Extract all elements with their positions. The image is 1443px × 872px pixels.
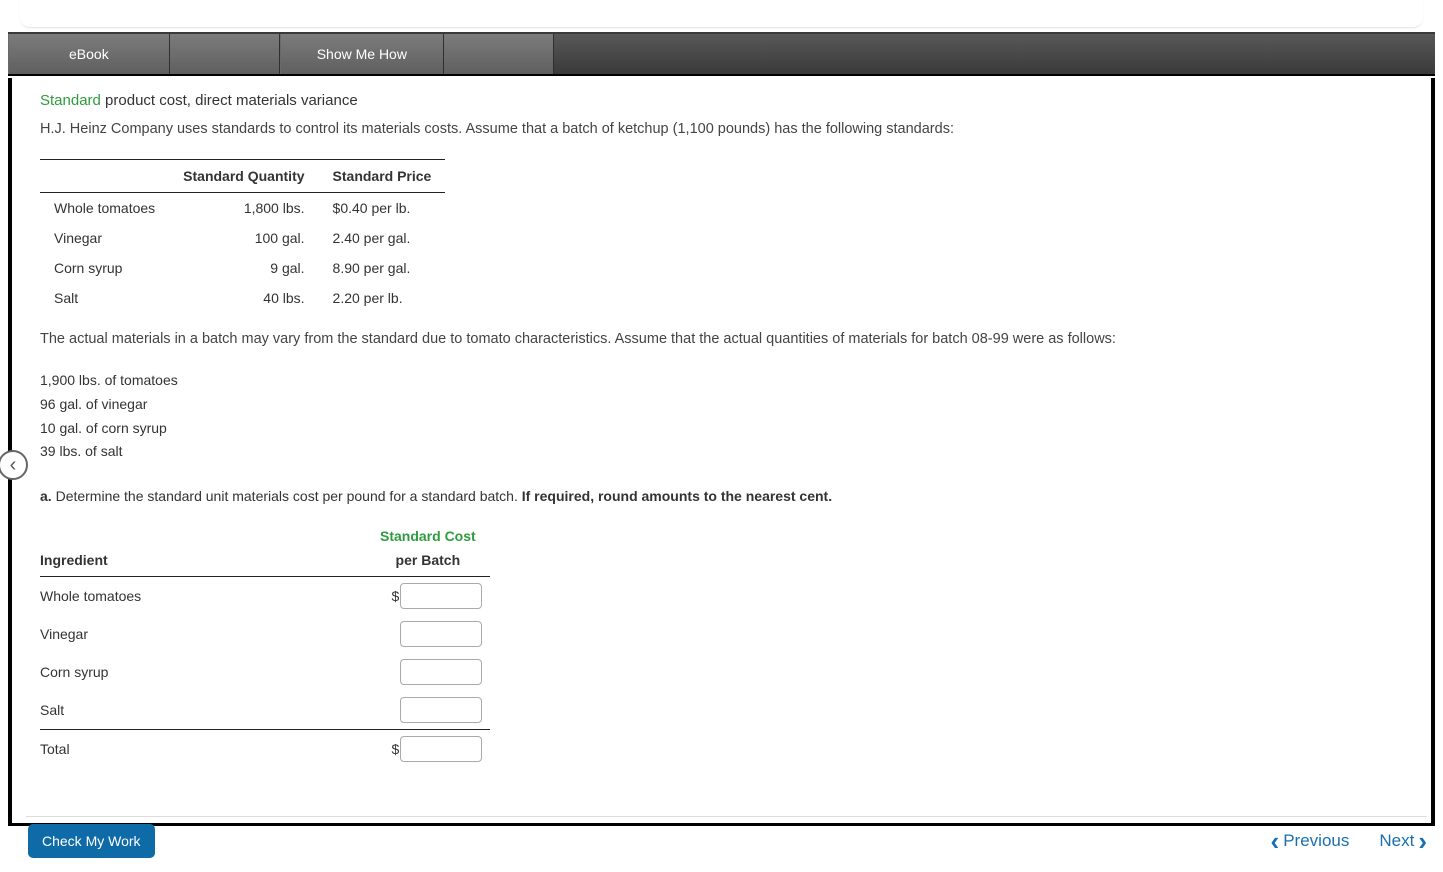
tab-gap-2: [444, 34, 554, 74]
answer-th-ingredient: Ingredient: [40, 544, 380, 577]
answer-ingredient: Corn syrup: [40, 653, 380, 691]
content-panel: Standard product cost, direct materials …: [8, 78, 1435, 826]
actual-intro: The actual materials in a batch may vary…: [40, 331, 1403, 347]
title-lead: Standard: [40, 92, 101, 109]
std-th-qty: Standard Quantity: [169, 160, 318, 193]
total-row: Total $: [40, 730, 490, 769]
cost-input-vinegar[interactable]: [400, 621, 482, 647]
std-th-price: Standard Price: [319, 160, 446, 193]
tab-ebook[interactable]: eBook: [8, 34, 170, 74]
std-price: 8.90 per gal.: [319, 253, 446, 283]
list-item: 39 lbs. of salt: [40, 440, 1403, 464]
next-button[interactable]: Next ›: [1379, 826, 1427, 857]
answer-ingredient: Salt: [40, 691, 380, 730]
intro-paragraph: H.J. Heinz Company uses standards to con…: [40, 121, 1403, 137]
answer-th-standard-cost: Standard Cost: [380, 520, 490, 544]
std-qty: 100 gal.: [169, 223, 318, 253]
part-a-instruction: a. Determine the standard unit materials…: [40, 488, 1403, 504]
title-rest: product cost, direct materials variance: [101, 92, 358, 109]
std-price: 2.40 per gal.: [319, 223, 446, 253]
part-a-label: a.: [40, 488, 52, 504]
next-label: Next: [1379, 831, 1414, 851]
table-row: Corn syrup 9 gal. 8.90 per gal.: [40, 253, 445, 283]
std-qty: 9 gal.: [169, 253, 318, 283]
top-blank-bar: [20, 0, 1423, 28]
chevron-left-icon: ‹: [1271, 826, 1280, 857]
table-row: Salt: [40, 691, 490, 730]
std-th-empty: [40, 160, 169, 193]
std-qty: 40 lbs.: [169, 283, 318, 313]
answer-table: Standard Cost Ingredient per Batch Whole…: [40, 520, 490, 768]
answer-th-empty: [40, 520, 380, 544]
chevron-left-icon: ‹: [10, 454, 17, 477]
table-row: Corn syrup: [40, 653, 490, 691]
table-row: Vinegar: [40, 615, 490, 653]
std-name: Whole tomatoes: [40, 193, 169, 224]
cost-input-total[interactable]: [400, 736, 482, 762]
table-row: Whole tomatoes $: [40, 577, 490, 616]
std-name: Salt: [40, 283, 169, 313]
nav-buttons: ‹ Previous Next ›: [1271, 826, 1427, 857]
footer-bar: Check My Work ‹ Previous Next ›: [8, 816, 1435, 866]
tab-gap-1: [170, 34, 280, 74]
standards-table: Standard Quantity Standard Price Whole t…: [40, 159, 445, 313]
answer-total-label: Total: [40, 730, 380, 769]
std-name: Corn syrup: [40, 253, 169, 283]
list-item: 10 gal. of corn syrup: [40, 417, 1403, 441]
tab-remainder: [554, 34, 1435, 74]
tab-show-me-how[interactable]: Show Me How: [280, 34, 444, 74]
tab-strip: eBook Show Me How: [8, 32, 1435, 76]
dollar-sign: $: [387, 588, 399, 604]
dollar-sign: $: [387, 741, 399, 757]
cost-input-tomatoes[interactable]: [400, 583, 482, 609]
part-a-bold: If required, round amounts to the neares…: [522, 488, 832, 504]
list-item: 96 gal. of vinegar: [40, 393, 1403, 417]
list-item: 1,900 lbs. of tomatoes: [40, 369, 1403, 393]
answer-ingredient: Whole tomatoes: [40, 577, 380, 616]
previous-label: Previous: [1283, 831, 1349, 851]
std-name: Vinegar: [40, 223, 169, 253]
table-row: Salt 40 lbs. 2.20 per lb.: [40, 283, 445, 313]
table-row: Vinegar 100 gal. 2.40 per gal.: [40, 223, 445, 253]
cost-input-salt[interactable]: [400, 697, 482, 723]
answer-ingredient: Vinegar: [40, 615, 380, 653]
answer-th-per-batch: per Batch: [380, 544, 490, 577]
std-price: $0.40 per lb.: [319, 193, 446, 224]
actual-quantities-list: 1,900 lbs. of tomatoes 96 gal. of vinega…: [40, 369, 1403, 464]
std-price: 2.20 per lb.: [319, 283, 446, 313]
cost-input-corn-syrup[interactable]: [400, 659, 482, 685]
previous-button[interactable]: ‹ Previous: [1271, 826, 1350, 857]
std-qty: 1,800 lbs.: [169, 193, 318, 224]
table-row: Whole tomatoes 1,800 lbs. $0.40 per lb.: [40, 193, 445, 224]
chevron-right-icon: ›: [1418, 826, 1427, 857]
part-a-text: Determine the standard unit materials co…: [52, 488, 522, 504]
check-my-work-button[interactable]: Check My Work: [28, 824, 155, 858]
question-title: Standard product cost, direct materials …: [40, 92, 1403, 109]
